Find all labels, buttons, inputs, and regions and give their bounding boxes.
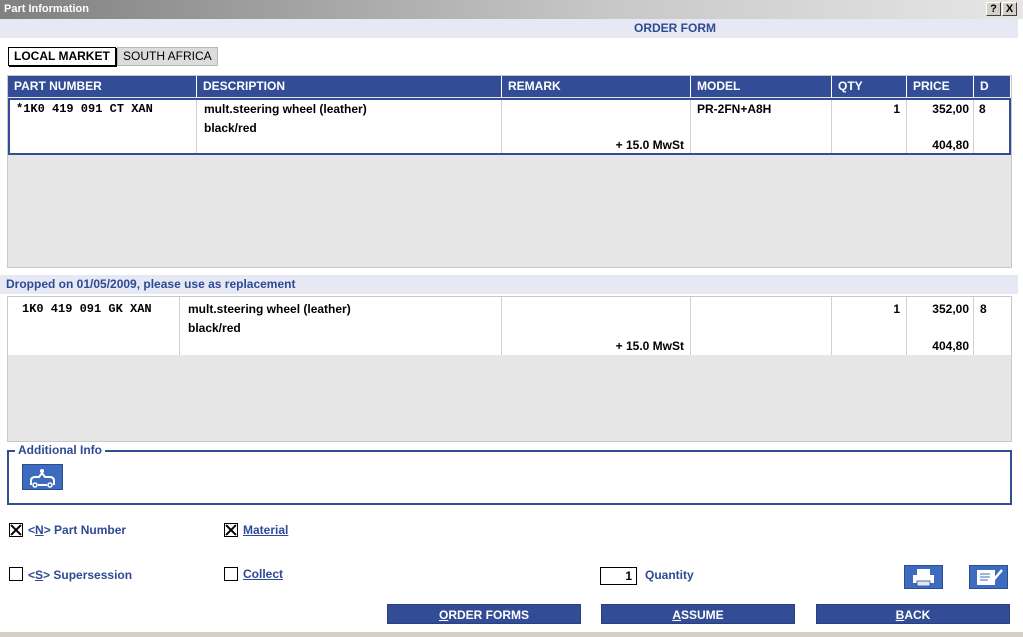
additional-info-box: Additional Info	[7, 443, 1012, 505]
column-header-part-number[interactable]: PART NUMBER	[8, 76, 197, 97]
column-header-d[interactable]: D	[974, 76, 1011, 97]
order-form-header: ORDER FORM	[0, 19, 1018, 38]
quantity-input[interactable]: 1	[600, 567, 637, 585]
price: 352,00	[932, 102, 969, 116]
vehicle-icon[interactable]	[22, 464, 63, 490]
part-number-checkbox[interactable]	[9, 523, 23, 537]
column-header-price[interactable]: PRICE	[907, 76, 974, 97]
collect-option-label[interactable]: Collect	[243, 567, 283, 581]
edit-notes-icon[interactable]	[969, 565, 1008, 589]
replacement-price-gross: 404,80	[932, 339, 969, 353]
supersession-checkbox[interactable]	[9, 567, 23, 581]
remark: + 15.0 MwSt	[615, 138, 684, 152]
table-row-selected[interactable]: *1K0 419 091 CT XAN mult.steering wheel …	[8, 98, 1011, 155]
model: PR-2FN+A8H	[697, 102, 772, 116]
column-header-remark[interactable]: REMARK	[502, 76, 691, 97]
help-button[interactable]: ?	[986, 2, 1001, 16]
replacement-qty: 1	[893, 302, 900, 316]
order-forms-button[interactable]: ORDER FORMS	[387, 604, 581, 624]
order-form-title: ORDER FORM	[634, 21, 716, 35]
replacement-description-line2: black/red	[188, 321, 241, 335]
supersession-option-label[interactable]: <S> Supersession	[28, 568, 132, 582]
replacement-remark: + 15.0 MwSt	[615, 339, 684, 353]
column-header-model[interactable]: MODEL	[691, 76, 832, 97]
column-header-description[interactable]: DESCRIPTION	[197, 76, 502, 97]
description-line2: black/red	[204, 121, 257, 135]
replacement-price: 352,00	[932, 302, 969, 316]
tab-south-africa[interactable]: SOUTH AFRICA	[117, 47, 218, 66]
window-bottom-edge	[0, 632, 1023, 637]
description-line1: mult.steering wheel (leather)	[204, 102, 367, 116]
material-checkbox[interactable]	[224, 523, 238, 537]
material-option-label[interactable]: Material	[243, 523, 288, 537]
replacement-part-number: 1K0 419 091 GK XAN	[22, 302, 152, 316]
replacement-table: 1K0 419 091 GK XAN mult.steering wheel (…	[7, 296, 1012, 442]
window-title: Part Information	[4, 3, 89, 15]
replacement-description-line1: mult.steering wheel (leather)	[188, 302, 351, 316]
qty: 1	[893, 102, 900, 116]
print-icon[interactable]	[904, 565, 943, 589]
column-header-qty[interactable]: QTY	[832, 76, 907, 97]
quantity-label: Quantity	[645, 568, 694, 582]
parts-table: PART NUMBER DESCRIPTION REMARK MODEL QTY…	[7, 75, 1012, 268]
d-value: 8	[979, 102, 986, 116]
tab-local-market[interactable]: LOCAL MARKET	[8, 47, 116, 66]
price-gross: 404,80	[932, 138, 969, 152]
replacement-notice: Dropped on 01/05/2009, please use as rep…	[0, 275, 1018, 294]
assume-button[interactable]: ASSUME	[601, 604, 795, 624]
table-row-replacement[interactable]: 1K0 419 091 GK XAN mult.steering wheel (…	[8, 297, 1011, 355]
part-number: *1K0 419 091 CT XAN	[16, 102, 153, 116]
part-number-option-label[interactable]: <N> Part Number	[28, 523, 126, 537]
additional-info-label: Additional Info	[15, 443, 105, 457]
close-button[interactable]: X	[1002, 2, 1017, 16]
replacement-d-value: 8	[980, 302, 987, 316]
collect-checkbox[interactable]	[224, 567, 238, 581]
back-button[interactable]: BACK	[816, 604, 1010, 624]
window-titlebar: Part Information	[0, 0, 1023, 19]
